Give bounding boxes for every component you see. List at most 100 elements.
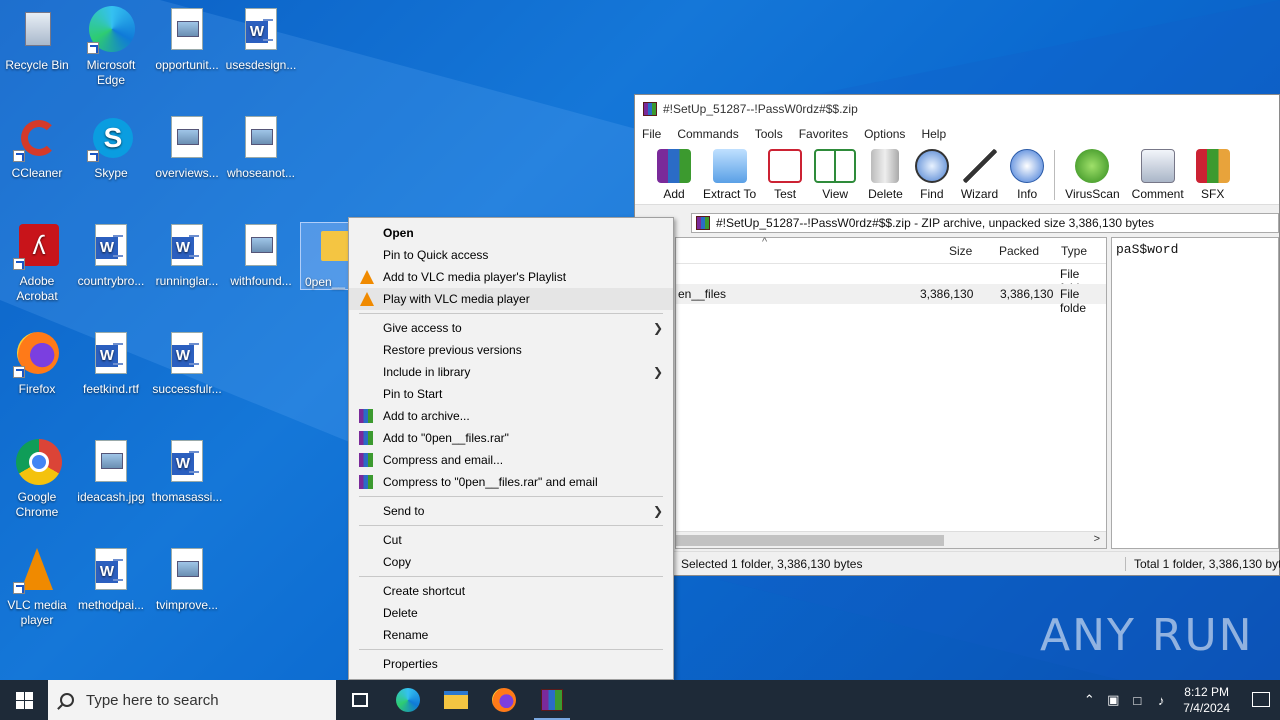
view-book-icon [814, 149, 857, 183]
desktop-icon-whoseanot[interactable]: whoseanot... [224, 114, 298, 181]
taskbar-clock[interactable]: 8:12 PM 7/4/2024 [1173, 684, 1240, 716]
menu-item-label: Create shortcut [383, 584, 466, 598]
desktop-icon-label: whoseanot... [226, 166, 296, 180]
desktop-icon-thomasassi[interactable]: W thomasassi... [150, 438, 224, 505]
scrollbar-thumb[interactable] [676, 535, 944, 546]
toolbar-comment-button[interactable]: Comment [1126, 145, 1190, 205]
taskbar-firefox[interactable] [480, 680, 528, 720]
desktop-icon-overviews[interactable]: overviews... [150, 114, 224, 181]
menu-item-cut[interactable]: Cut [349, 529, 673, 551]
winrar-icon [643, 102, 657, 116]
menu-item-restore-versions[interactable]: Restore previous versions [349, 339, 673, 361]
menu-item-vlc-playlist[interactable]: Add to VLC media player's Playlist [349, 266, 673, 288]
menu-favorites[interactable]: Favorites [792, 127, 857, 141]
table-row[interactable]: en__files 3,386,130 3,386,130 File folde [676, 284, 1106, 315]
vlc-icon [13, 546, 61, 594]
toolbar-delete-button[interactable]: Delete [862, 145, 909, 205]
menu-item-vlc-play[interactable]: Play with VLC media player [349, 288, 673, 310]
menu-item-add-archive[interactable]: Add to archive... [349, 405, 673, 427]
desktop-icon-recycle-bin[interactable]: Recycle Bin [0, 6, 74, 73]
desktop-icon-skype[interactable]: S Skype [74, 114, 148, 181]
taskbar-winrar[interactable] [528, 680, 576, 720]
start-button[interactable] [0, 680, 48, 720]
menu-item-label: Delete [383, 606, 418, 620]
menu-item-label: Pin to Start [383, 387, 443, 401]
horizontal-scrollbar[interactable]: > [676, 531, 1106, 548]
toolbar-sfx-button[interactable]: SFX [1190, 145, 1236, 205]
desktop-icon-adobe-acrobat[interactable]: ʎ Adobe Acrobat [0, 222, 74, 304]
word-document-icon: W [237, 6, 285, 54]
taskbar-file-explorer[interactable] [432, 680, 480, 720]
menu-item-copy[interactable]: Copy [349, 551, 673, 573]
menu-item-compress-rar-email[interactable]: Compress to "0pen__files.rar" and email [349, 471, 673, 493]
menu-item-label: Give access to [383, 321, 462, 335]
table-row[interactable]: File folde [676, 264, 1106, 295]
skype-icon: S [87, 114, 135, 162]
desktop-icon-methodpai[interactable]: W methodpai... [74, 546, 148, 613]
desktop-icon-countrybro[interactable]: W countrybro... [74, 222, 148, 289]
taskbar-edge[interactable] [384, 680, 432, 720]
desktop-icon-vlc[interactable]: VLC media player [0, 546, 74, 628]
toolbar-add-button[interactable]: Add [651, 145, 697, 205]
column-header-type[interactable]: Type [1061, 244, 1087, 258]
desktop-icon-usesdesign[interactable]: W usesdesign... [224, 6, 298, 73]
menu-item-send-to[interactable]: Send to ❯ [349, 500, 673, 522]
taskbar-search-box[interactable]: Type here to search [48, 680, 336, 720]
archive-comment-panel[interactable]: paS$word [1111, 237, 1279, 549]
menu-item-rename[interactable]: Rename [349, 624, 673, 646]
desktop-icon-tvimprove[interactable]: tvimprove... [150, 546, 224, 613]
menu-item-add-rar[interactable]: Add to "0pen__files.rar" [349, 427, 673, 449]
toolbar-info-button[interactable]: Info [1004, 145, 1050, 205]
menu-commands[interactable]: Commands [670, 127, 747, 141]
toolbar-find-button[interactable]: Find [909, 145, 955, 205]
toolbar-view-button[interactable]: View [808, 145, 862, 205]
sort-arrow-icon: ^ [762, 236, 768, 248]
menu-item-delete[interactable]: Delete [349, 602, 673, 624]
toolbar-extract-button[interactable]: Extract To [697, 145, 762, 205]
image-file-icon [163, 546, 211, 594]
toolbar-label: Find [920, 187, 944, 201]
winrar-title-bar[interactable]: #!SetUp_51287--!PassW0rdz#$$.zip [635, 95, 1279, 123]
toolbar-wizard-button[interactable]: Wizard [955, 145, 1004, 205]
desktop-icon-withfound[interactable]: withfound... [224, 222, 298, 289]
desktop-icon-edge[interactable]: Microsoft Edge [74, 6, 148, 88]
chevron-up-icon[interactable]: ⌃ [1077, 692, 1101, 708]
desktop-icon-successfulr[interactable]: W successfulr... [150, 330, 224, 397]
menu-item-properties[interactable]: Properties [349, 653, 673, 675]
archive-file-list[interactable]: ^ Size Packed Type File folde en__files … [675, 236, 1107, 549]
menu-item-compress-email[interactable]: Compress and email... [349, 449, 673, 471]
desktop-icon-ideacash[interactable]: ideacash.jpg [74, 438, 148, 505]
toolbar-test-button[interactable]: Test [762, 145, 808, 205]
security-icon[interactable]: ▣ [1101, 692, 1125, 708]
menu-item-create-shortcut[interactable]: Create shortcut [349, 580, 673, 602]
desktop-icon-ccleaner[interactable]: CCleaner [0, 114, 74, 181]
edge-icon [396, 688, 420, 712]
menu-item-pin-quick-access[interactable]: Pin to Quick access [349, 244, 673, 266]
column-header-size[interactable]: Size [949, 244, 972, 258]
notification-center-icon[interactable] [1240, 680, 1280, 720]
column-header-packed[interactable]: Packed [999, 244, 1039, 258]
task-view-button[interactable] [336, 680, 384, 720]
toolbar-label: VirusScan [1065, 187, 1120, 201]
menu-item-include-library[interactable]: Include in library ❯ [349, 361, 673, 383]
menu-options[interactable]: Options [857, 127, 914, 141]
menu-item-pin-start[interactable]: Pin to Start [349, 383, 673, 405]
menu-help[interactable]: Help [914, 127, 955, 141]
desktop-icon-feetkind[interactable]: W feetkind.rtf [74, 330, 148, 397]
desktop-icon-opportunit[interactable]: opportunit... [150, 6, 224, 73]
volume-icon[interactable]: ♪ [1149, 693, 1173, 708]
desktop-icon-runninglar[interactable]: W runninglar... [150, 222, 224, 289]
archive-path-bar[interactable]: #!SetUp_51287--!PassW0rdz#$$.zip - ZIP a… [691, 213, 1279, 233]
scroll-right-icon[interactable]: > [1094, 533, 1100, 545]
menu-tools[interactable]: Tools [748, 127, 792, 141]
toolbar-label: Comment [1131, 187, 1184, 201]
toolbar-virusscan-button[interactable]: VirusScan [1059, 145, 1125, 205]
menu-item-give-access[interactable]: Give access to ❯ [349, 317, 673, 339]
desktop-icon-google-chrome[interactable]: Google Chrome [0, 438, 74, 520]
shortcut-arrow-icon [13, 150, 25, 162]
menu-file[interactable]: File [635, 127, 670, 141]
desktop-icon-firefox[interactable]: Firefox [0, 330, 74, 397]
network-icon[interactable]: □ [1125, 693, 1149, 708]
menu-item-open[interactable]: Open [349, 222, 673, 244]
desktop-icon-label: Microsoft Edge [86, 58, 136, 87]
